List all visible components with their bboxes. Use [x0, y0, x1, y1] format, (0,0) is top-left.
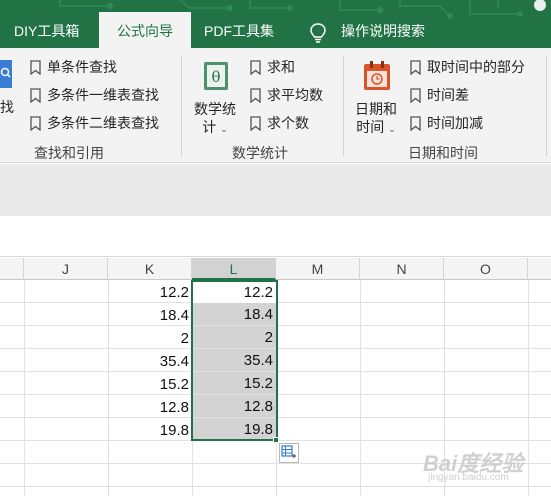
menu-label: 求个数	[267, 115, 309, 131]
bookmark-icon	[30, 60, 41, 75]
time-add-subtract-button[interactable]: 时间加减	[410, 112, 483, 134]
column-header-n[interactable]: N	[360, 258, 444, 280]
cell-k2[interactable]: 18.4	[109, 304, 192, 326]
column-header-j[interactable]: J	[24, 258, 108, 280]
math-stats-button[interactable]: 数学统 计 ⌄	[194, 100, 236, 138]
cell-l3[interactable]: 2	[193, 326, 276, 348]
date-time-label-line2: 时间	[356, 119, 385, 135]
cell-l5[interactable]: 15.2	[193, 372, 276, 394]
bookmark-icon	[250, 88, 261, 103]
single-condition-lookup-button[interactable]: 单条件查找	[30, 56, 117, 78]
group-divider	[343, 56, 344, 156]
cell-k6[interactable]: 12.8	[109, 396, 192, 418]
column-headers: J K L M N O	[0, 258, 551, 280]
bookmark-icon	[30, 88, 41, 103]
paste-options-button[interactable]	[279, 443, 299, 463]
bookmark-icon	[410, 116, 421, 131]
chevron-down-icon: ⌄	[220, 124, 228, 134]
menu-label: 时间加减	[427, 115, 483, 131]
average-button[interactable]: 求平均数	[250, 84, 323, 106]
lookup-icon	[0, 60, 12, 88]
group-label-lookup: 查找和引用	[34, 145, 104, 161]
tab-diy-toolbox[interactable]: DIY工具箱	[14, 14, 79, 48]
group-divider	[546, 56, 547, 156]
bookmark-icon	[250, 116, 261, 131]
tell-me-search[interactable]: 操作说明搜索	[341, 14, 425, 48]
time-part-button[interactable]: 取时间中的部分	[410, 56, 525, 78]
cell-l4[interactable]: 35.4	[193, 349, 276, 371]
statistics-book-icon: θ	[204, 62, 228, 90]
paste-options-icon	[281, 445, 296, 458]
cell-l7[interactable]: 19.8	[193, 418, 276, 440]
svg-text:θ: θ	[211, 68, 220, 86]
menu-label: 求平均数	[267, 87, 323, 103]
ribbon-collapsed-area	[0, 164, 551, 216]
menu-label: 求和	[267, 59, 295, 75]
chevron-down-icon: ⌄	[388, 124, 396, 134]
group-divider	[181, 56, 182, 156]
multi-condition-2d-lookup-button[interactable]: 多条件二维表查找	[30, 112, 159, 134]
bookmark-icon	[250, 60, 261, 75]
menu-label: 时间差	[427, 87, 469, 103]
cell-l2[interactable]: 18.4	[193, 303, 276, 325]
time-difference-button[interactable]: 时间差	[410, 84, 469, 106]
count-button[interactable]: 求个数	[250, 112, 309, 134]
lightbulb-icon	[310, 23, 326, 43]
date-time-label-line1: 日期和	[355, 101, 397, 117]
grid-line	[0, 486, 551, 487]
tab-formula-wizard[interactable]: 公式向导	[99, 12, 191, 48]
column-header-m[interactable]: M	[276, 258, 360, 280]
cell-l6[interactable]: 12.8	[193, 395, 276, 417]
column-header-k[interactable]: K	[108, 258, 192, 280]
menu-label: 多条件二维表查找	[47, 115, 159, 131]
cell-l1-active[interactable]: 12.2	[193, 281, 276, 303]
cell-k4[interactable]: 35.4	[109, 350, 192, 372]
cell-k7[interactable]: 19.8	[109, 419, 192, 441]
column-header-l[interactable]: L	[192, 258, 276, 280]
bookmark-icon	[410, 60, 421, 75]
bookmark-icon	[410, 88, 421, 103]
column-header-o[interactable]: O	[444, 258, 528, 280]
date-time-button[interactable]: 日期和 时间 ⌄	[355, 100, 397, 138]
tab-pdf-tools[interactable]: PDF工具集	[204, 14, 274, 48]
column-header-partial[interactable]	[0, 258, 24, 280]
ribbon-panel: 找 单条件查找 多条件一维表查找 多条件二维表查找 查找和引用 θ 数学统 计 …	[0, 48, 551, 163]
menu-label: 单条件查找	[47, 59, 117, 75]
bookmark-icon	[30, 116, 41, 131]
circuit-pattern-decoration	[59, 0, 546, 19]
group-label-datetime: 日期和时间	[408, 145, 478, 161]
cell-k1[interactable]: 12.2	[109, 281, 192, 303]
baidu-watermark-url: jingyan.baidu.com	[428, 472, 509, 483]
multi-condition-1d-lookup-button[interactable]: 多条件一维表查找	[30, 84, 159, 106]
sum-button[interactable]: 求和	[250, 56, 295, 78]
cell-k3[interactable]: 2	[109, 327, 192, 349]
menu-label: 取时间中的部分	[427, 59, 525, 75]
cell-k5[interactable]: 15.2	[109, 373, 192, 395]
ribbon-tab-bar: DIY工具箱 公式向导 PDF工具集 操作说明搜索	[0, 0, 551, 48]
group-label-math: 数学统计	[232, 145, 288, 161]
lookup-button-label[interactable]: 找	[0, 98, 14, 116]
math-stats-label-line1: 数学统	[194, 101, 236, 117]
menu-label: 多条件一维表查找	[47, 87, 159, 103]
column-header-partial[interactable]	[528, 258, 551, 280]
formula-bar-area[interactable]	[0, 216, 551, 257]
calendar-icon	[364, 61, 390, 90]
math-stats-label-line2: 计	[202, 119, 217, 135]
